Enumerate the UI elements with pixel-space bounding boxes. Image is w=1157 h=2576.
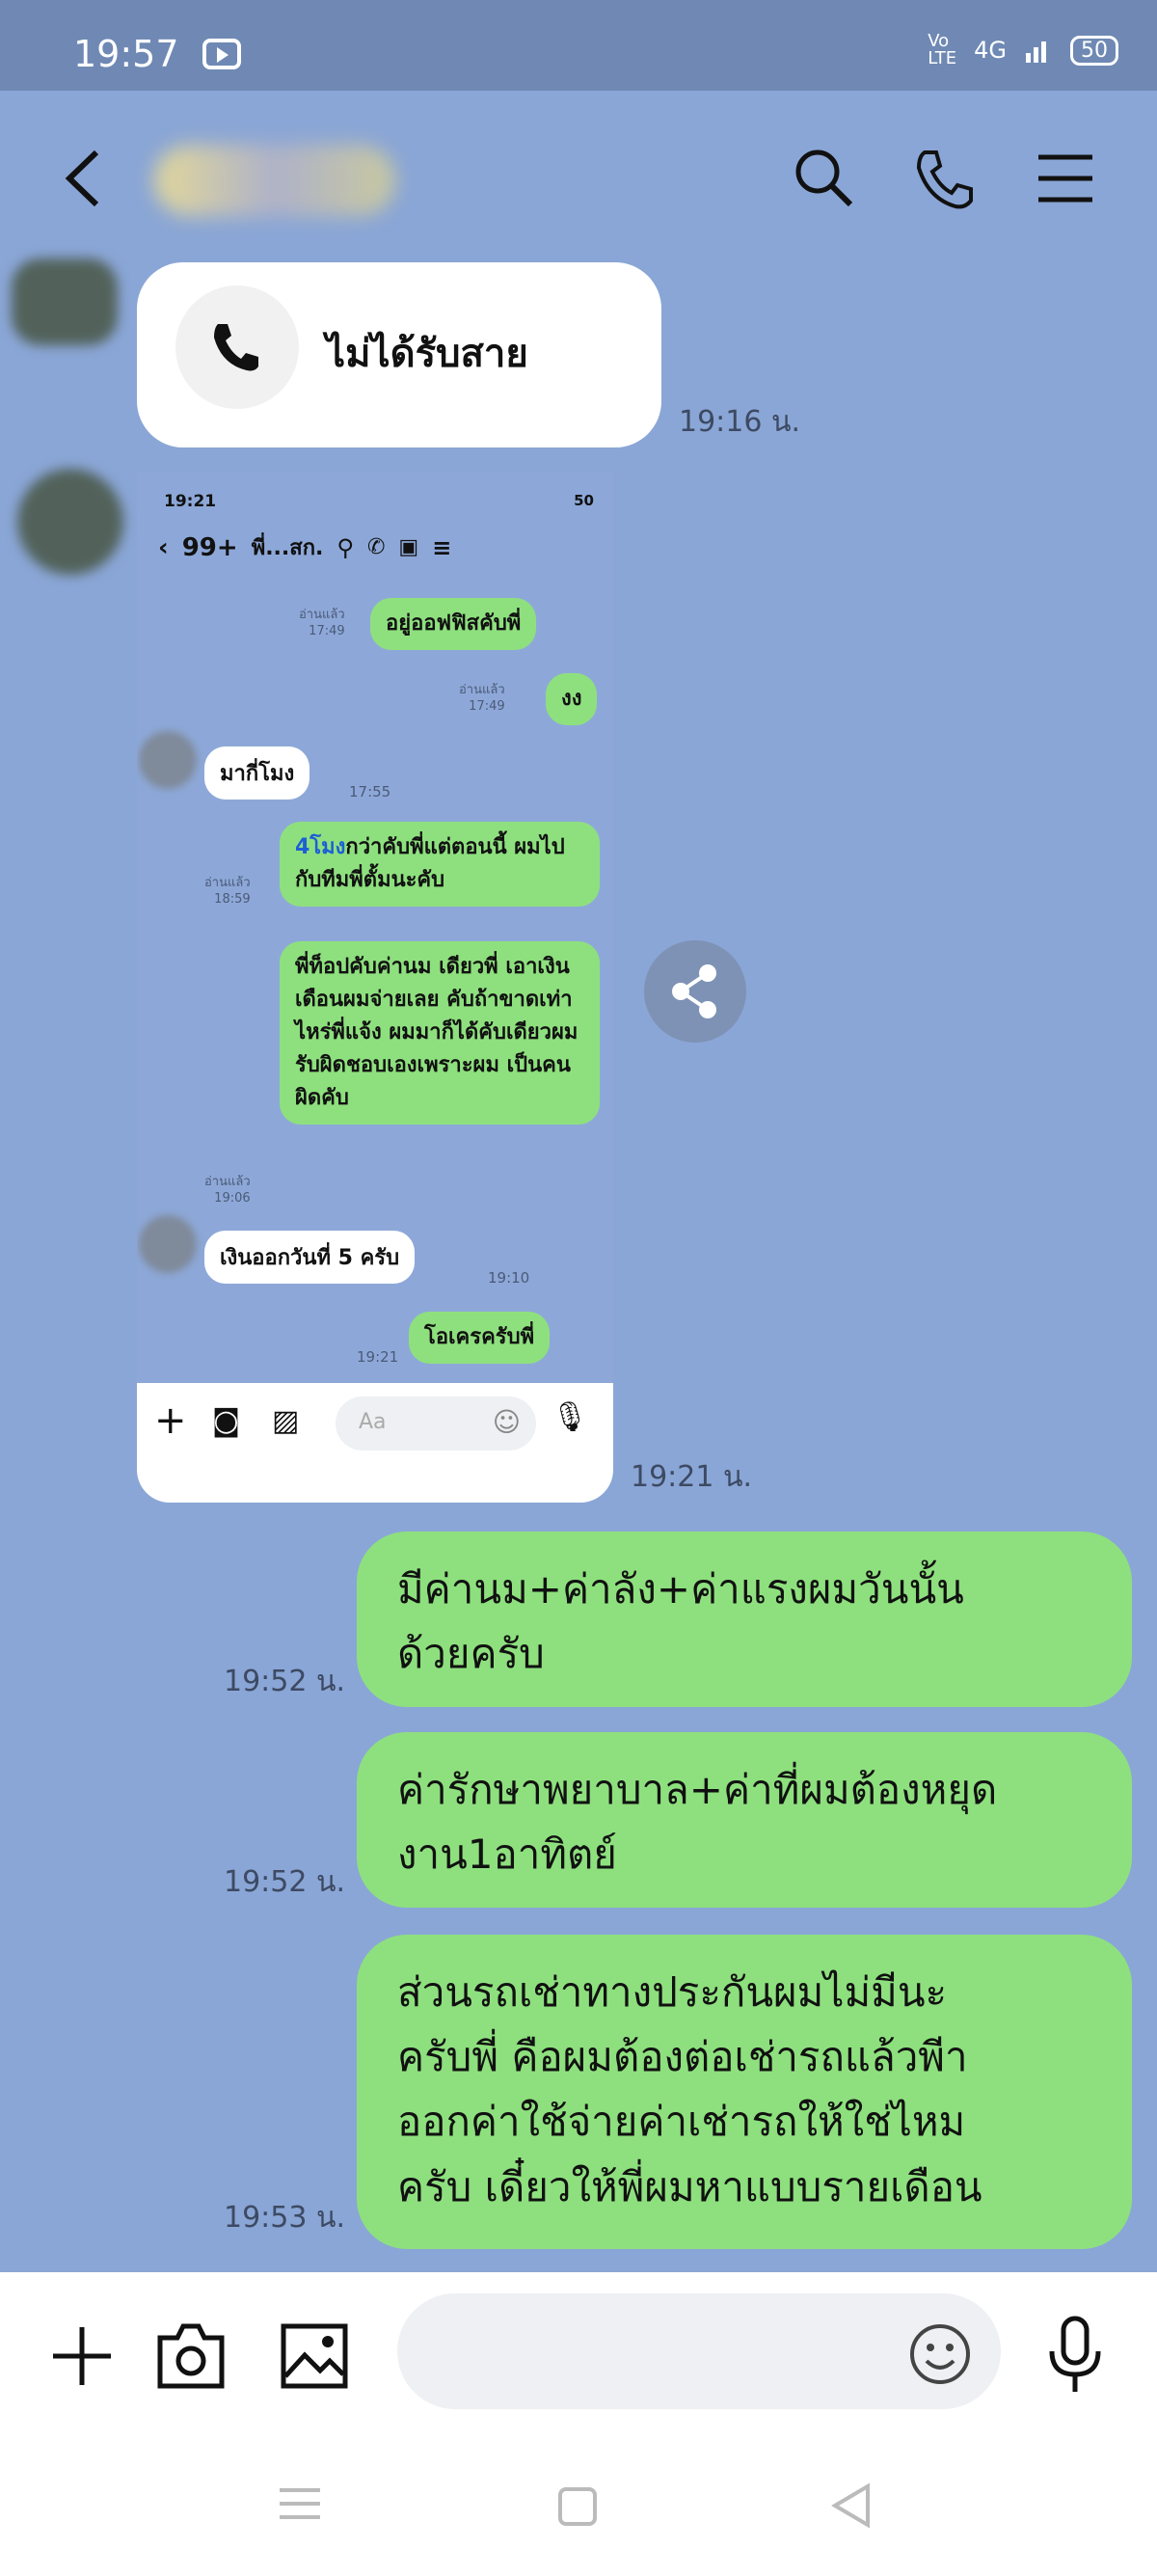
ss-status-time: 19:21 — [164, 492, 217, 511]
ss-back-count: 99+ — [181, 532, 238, 562]
outgoing-message[interactable]: มีค่านม+ค่าลัง+ค่าแรงผมวันนั้น ด้วยครับ — [357, 1532, 1132, 1707]
ss-read-receipt: อ่านแล้ว 17:49 — [299, 608, 345, 638]
phone-icon — [214, 324, 258, 371]
camera-icon[interactable] — [154, 2318, 228, 2392]
ss-placeholder: Aa — [359, 1410, 387, 1434]
youtube-notification-icon — [202, 39, 241, 69]
ss-nav: ‹ 99+ พี่...สก. ⚲ ✆ ▣ ≡ — [158, 530, 451, 564]
emoji-icon[interactable] — [906, 2320, 974, 2388]
ss-search-icon: ⚲ — [336, 533, 354, 561]
ss-message: งง — [546, 673, 598, 726]
contact-name-blurred[interactable] — [154, 145, 395, 216]
battery-icon: 50 — [1070, 35, 1118, 66]
ss-mic-icon: 🎙 — [552, 1400, 589, 1434]
ss-message: 4โมงกว่าคับพี่แต่ตอนนี้ ผมไปกับทีมพี่ตั้… — [280, 822, 600, 908]
missed-call-label: ไม่ได้รับสาย — [326, 332, 528, 376]
screenshot-image-message[interactable]: 19:21 50 ‹ 99+ พี่...สก. ⚲ ✆ ▣ ≡ อ่านแล้… — [137, 473, 613, 1503]
search-icon[interactable] — [791, 145, 858, 212]
ss-message-link[interactable]: 4โมง — [295, 835, 345, 859]
ss-read-receipt: อ่านแล้ว 17:49 — [459, 683, 505, 714]
status-time: 19:57 — [73, 33, 179, 75]
message-time: 19:52 น. — [224, 1665, 346, 1698]
ss-avatar — [139, 1215, 197, 1273]
message-time: 19:21 น. — [631, 1460, 753, 1494]
microphone-icon[interactable] — [1041, 2315, 1109, 2396]
network-label: 4G — [974, 37, 1007, 64]
back-nav-icon[interactable] — [829, 2482, 872, 2529]
ss-plus-icon: + — [154, 1398, 187, 1443]
ss-message: มากี่โมง — [204, 746, 310, 800]
ss-menu-icon: ≡ — [432, 533, 452, 561]
ss-text-field: Aa ☺ — [336, 1396, 536, 1451]
image-icon[interactable] — [278, 2318, 351, 2392]
ss-avatar — [139, 731, 197, 789]
outgoing-message[interactable]: ค่ารักษาพยาบาล+ค่าที่ผมต้องหยุด งาน1อาทิ… — [357, 1732, 1132, 1908]
ss-input-bar: + ◙ ▨ Aa ☺ 🎙 — [137, 1383, 613, 1503]
ss-image-icon: ▨ — [272, 1404, 300, 1438]
menu-icon[interactable] — [1036, 149, 1094, 207]
ss-message: พี่ท็อปคับค่านม เดียวพี่ เอาเงินเดือนผมจ… — [280, 941, 600, 1125]
ss-title: พี่...สก. — [251, 536, 324, 560]
ss-message: เงินออกวันที่ 5 ครับ — [204, 1231, 416, 1284]
ss-message: โอเครครับพี่ — [409, 1312, 551, 1365]
avatar[interactable] — [17, 469, 123, 575]
outgoing-message[interactable]: ส่วนรถเช่าทางประกันผมไม่มีนะ ครับพี่ คือ… — [357, 1935, 1132, 2249]
home-icon[interactable] — [557, 2486, 598, 2527]
volte-icon: Vo LTE — [928, 31, 957, 68]
recent-apps-icon[interactable] — [278, 2484, 322, 2523]
ss-time: 19:10 — [488, 1269, 530, 1287]
ss-read-receipt: อ่านแล้ว 19:06 — [204, 1175, 251, 1206]
ss-read-receipt: อ่านแล้ว 18:59 — [204, 876, 251, 907]
message-time: 19:52 น. — [224, 1865, 346, 1899]
phone-call-icon[interactable] — [911, 145, 979, 212]
ss-emoji-icon: ☺ — [492, 1406, 521, 1438]
share-button[interactable] — [644, 940, 746, 1043]
ss-phone-icon: ✆ — [366, 535, 386, 559]
ss-time: 17:55 — [349, 783, 391, 800]
status-indicators: Vo LTE 4G 50 — [928, 33, 1118, 68]
ss-status-battery: 50 — [574, 492, 594, 509]
message-time: 19:16 น. — [679, 405, 801, 439]
share-icon — [672, 964, 716, 1018]
ss-message: อยู่ออฟฟิสคับพี่ — [370, 598, 537, 651]
avatar[interactable] — [12, 258, 118, 345]
message-time: 19:53 น. — [224, 2201, 346, 2235]
back-arrow-icon[interactable] — [58, 145, 106, 212]
plus-icon[interactable] — [48, 2322, 116, 2390]
ss-back-icon: ‹ — [158, 532, 169, 562]
signal-icon — [1026, 41, 1046, 63]
ss-camera-icon: ◙ — [212, 1404, 241, 1438]
ss-calendar-icon: ▣ — [398, 535, 419, 559]
ss-time: 19:21 — [357, 1348, 399, 1366]
